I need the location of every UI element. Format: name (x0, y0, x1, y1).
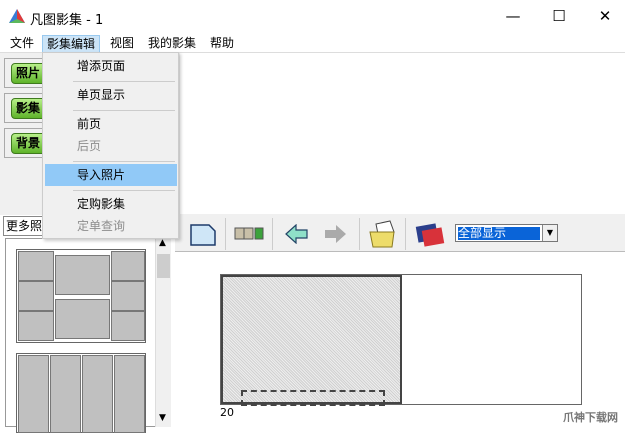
maximize-button[interactable]: ☐ (536, 0, 582, 33)
order-album-icon[interactable] (415, 222, 445, 248)
menu-item-next-page: 后页 (77, 139, 102, 153)
menu-item-order-query: 定单查询 (77, 219, 126, 233)
menu-item-previous-page[interactable]: 前页 (45, 113, 177, 135)
album-page-spread (220, 274, 582, 406)
menu-album-edit[interactable]: 影集编辑 (42, 35, 101, 53)
text-frame[interactable] (241, 390, 385, 406)
menu-view[interactable]: 视图 (106, 35, 138, 53)
template-thumbnail-list[interactable] (5, 238, 170, 433)
view-select[interactable]: 全部显示 ▼ (455, 224, 558, 242)
title-bar: 凡图影集 - 1 — ☐ ✕ (0, 0, 625, 33)
scroll-up-icon[interactable]: ▲ (159, 238, 166, 248)
album-edit-dropdown: 增添页面 单页显示 前页 后页 导入照片 定购影集 定单查询 (42, 52, 179, 239)
template-thumbnail[interactable] (16, 353, 146, 433)
view-select-value: 全部显示 (457, 226, 541, 241)
previous-page-icon[interactable] (285, 224, 309, 244)
app-logo-icon (9, 9, 25, 23)
menu-file[interactable]: 文件 (6, 35, 38, 53)
minimize-button[interactable]: — (490, 0, 536, 33)
close-button[interactable]: ✕ (582, 0, 625, 33)
chevron-down-icon[interactable]: ▼ (542, 225, 557, 241)
scroll-down-icon[interactable]: ▼ (159, 413, 166, 423)
page-number: 20 (220, 406, 234, 419)
next-page-icon[interactable] (323, 224, 347, 244)
left-page[interactable] (221, 275, 402, 406)
watermark: 爪神下载网 (563, 411, 618, 424)
toolbar: 全部显示 ▼ (175, 214, 625, 252)
menu-item-import-photos[interactable]: 导入照片 (45, 164, 177, 186)
menu-item-single-page[interactable]: 单页显示 (45, 84, 177, 106)
menu-item-add-page[interactable]: 增添页面 (45, 55, 177, 77)
new-page-icon[interactable] (190, 224, 216, 246)
menu-bar: 文件 影集编辑 视图 我的影集 帮助 (0, 33, 625, 53)
window-title: 凡图影集 - 1 (30, 13, 104, 28)
template-thumbnail[interactable] (16, 249, 146, 343)
scroll-thumb[interactable] (157, 254, 170, 278)
page-layout-icon[interactable] (234, 227, 266, 241)
thumbnail-scrollbar[interactable]: ▲ ▼ (155, 238, 171, 427)
menu-item-order-album[interactable]: 定购影集 (45, 193, 177, 215)
menu-help[interactable]: 帮助 (206, 35, 238, 53)
open-folder-icon[interactable] (368, 220, 398, 248)
menu-my-album[interactable]: 我的影集 (144, 35, 200, 53)
